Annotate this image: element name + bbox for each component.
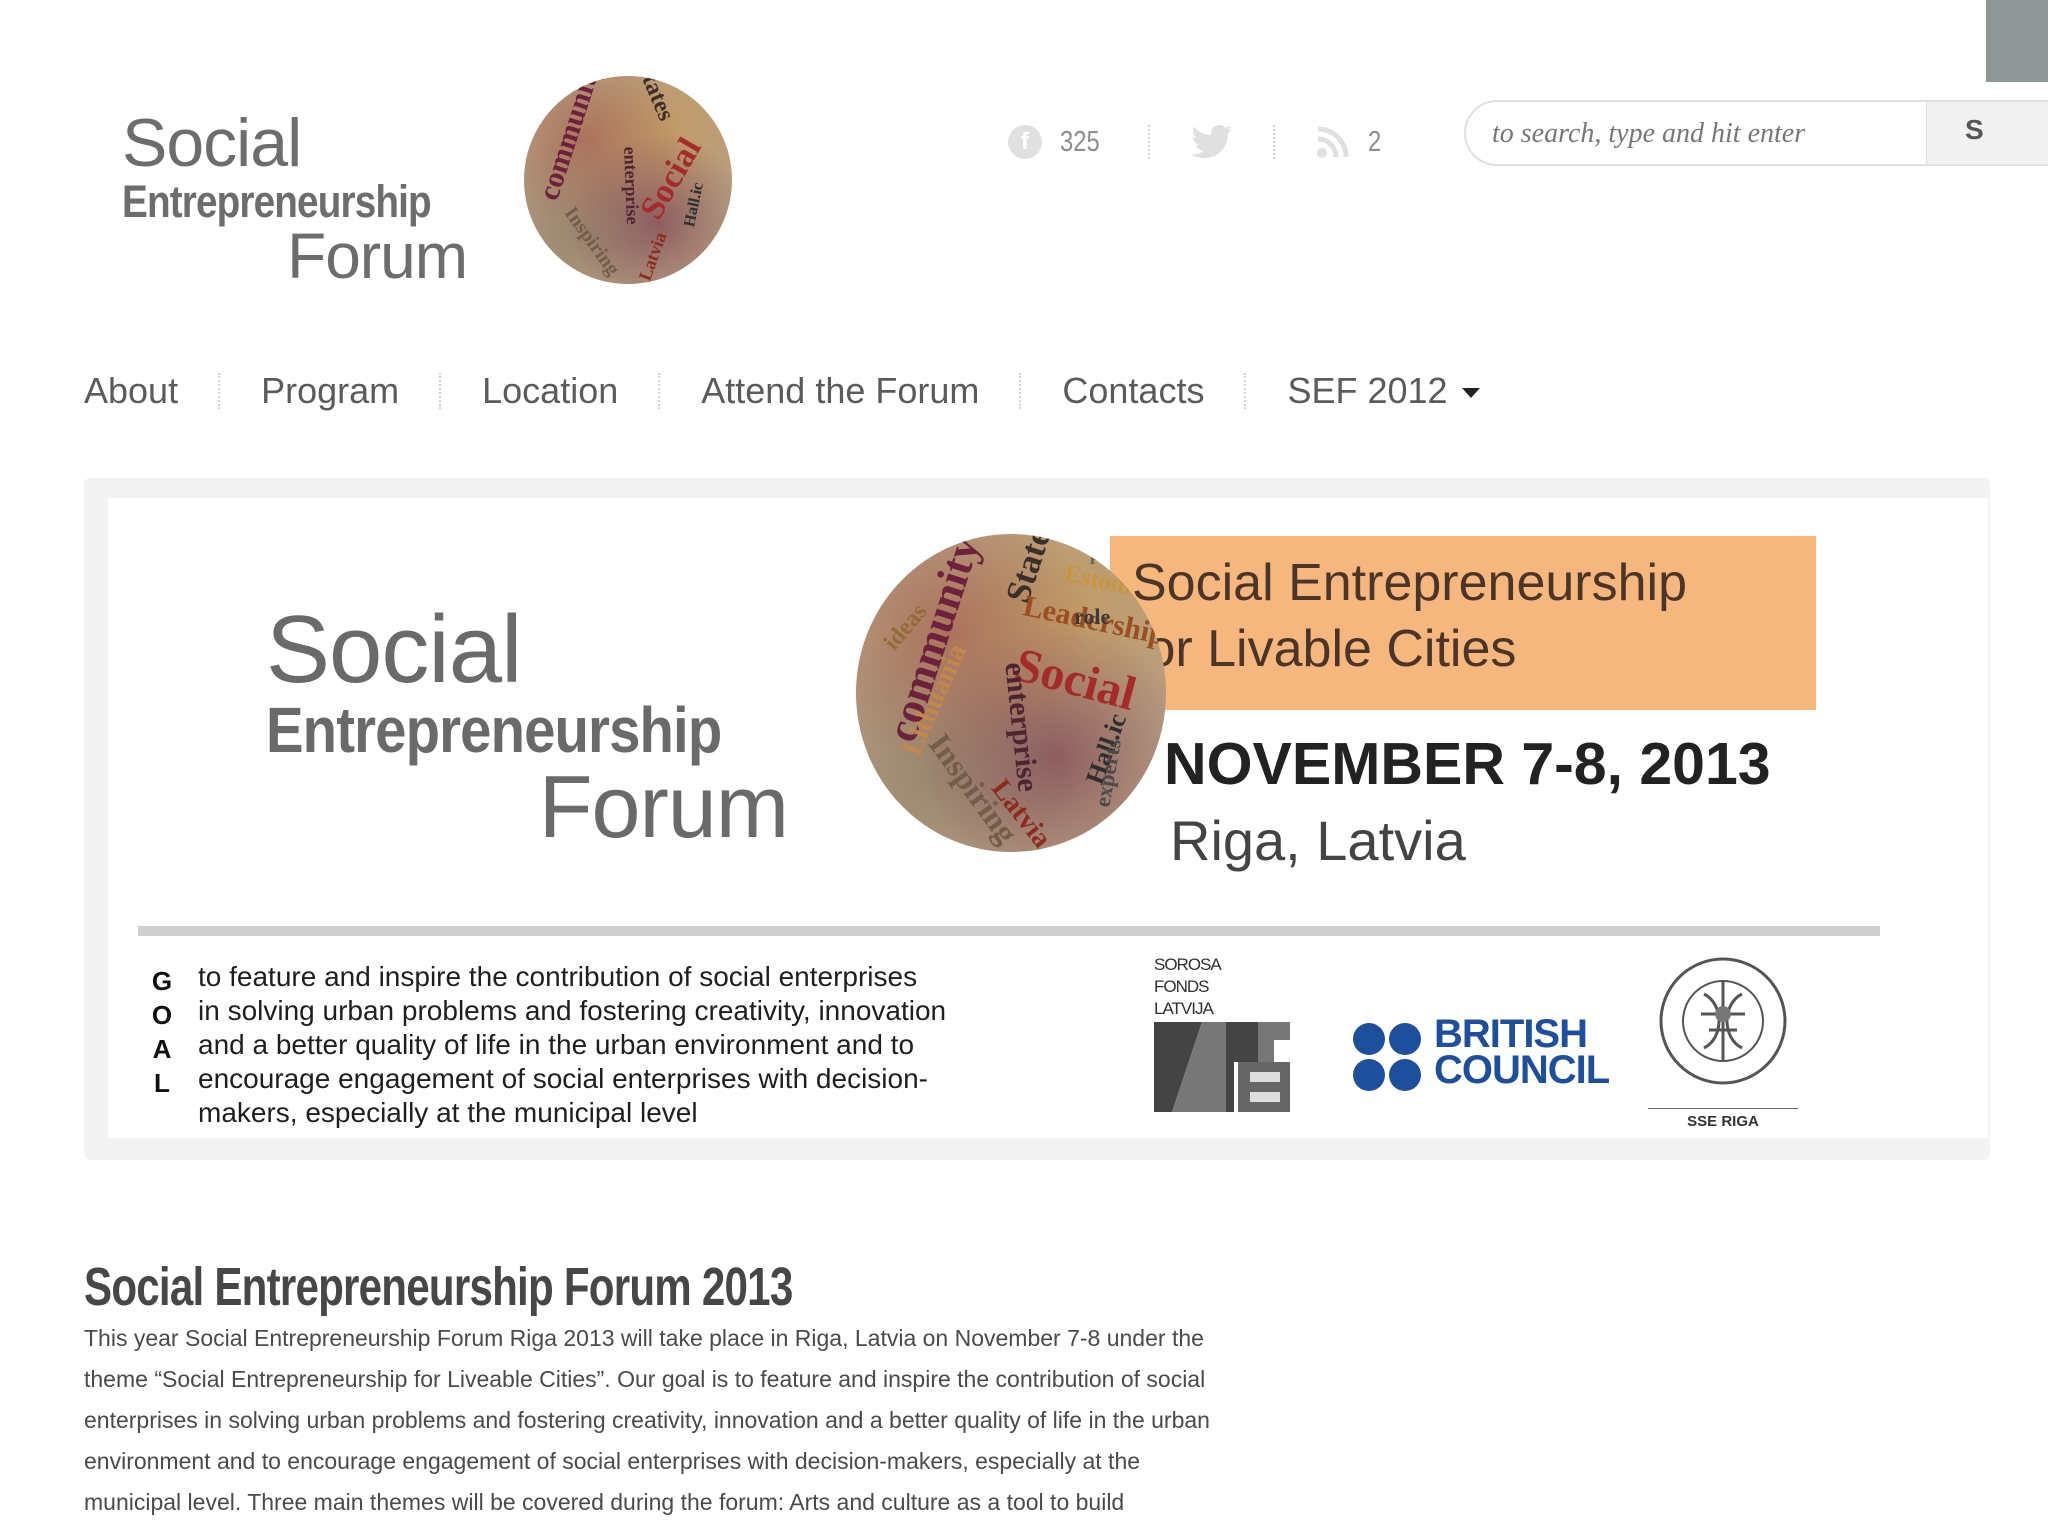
banner-word-cloud-background: community States Social Leadership Eston… [856,534,1166,852]
nav-divider [439,373,442,409]
description-line: theme “Social Entrepreneurship for Livea… [84,1366,1206,1392]
social-divider [1273,125,1276,159]
goal-line: in solving urban problems and fostering … [198,995,947,1026]
soros-line-2: FONDS [1154,977,1210,996]
british-council-line-1: BRITISH [1434,1012,1588,1056]
banner-logo: Social Entrepreneurship Forum [266,596,796,856]
facebook-link[interactable]: f 325 [1008,122,1108,162]
banner-logo-forum: Forum [538,757,789,856]
corner-tab [1986,0,2048,82]
twitter-icon [1191,125,1233,159]
description-line: This year Social Entrepreneurship Forum … [84,1325,1204,1351]
page-title: Social Entrepreneurship Forum 2013 [84,1257,793,1318]
main-navigation: About Program Location Attend the Forum … [84,366,1480,416]
nav-sef-2012-label: SEF 2012 [1287,370,1448,411]
soros-line-1: SOROSA [1154,955,1222,974]
facebook-icon: f [1008,125,1042,159]
goal-letter: A [152,1034,172,1064]
nav-divider [1019,373,1022,409]
nav-contacts[interactable]: Contacts [1062,370,1204,412]
british-council-logo: BRITISH COUNCIL [1352,1012,1612,1098]
twitter-link[interactable] [1191,122,1233,162]
british-council-dots-icon [1353,1023,1421,1091]
goal-letter: O [151,1000,173,1030]
nav-sef-2012[interactable]: SEF 2012 [1287,370,1480,412]
goal-letter: G [151,966,173,996]
wordcloud-word-role: role [1074,604,1111,629]
stockholm-school-seal-icon [1659,957,1787,1085]
goal-letter: L [154,1068,170,1098]
wordcloud-word-latvia: Latvia [634,229,671,284]
search-box[interactable]: S [1464,100,2048,166]
site-logo[interactable]: Social Entrepreneurship Forum [122,105,472,292]
wordcloud-word-public: public [1090,544,1139,564]
event-date: NOVEMBER 7-8, 2013 [1164,731,1771,797]
logo-social: Social [122,105,302,181]
social-divider [1148,125,1151,159]
goal-line: makers, especially at the municipal leve… [198,1097,698,1128]
browser-page: Social Entrepreneurship Forum community … [0,0,2048,1536]
soros-fonds-latvija-logo: SOROSA FONDS LATVIJA [1154,954,1290,1112]
social-links: f 325 2 [1008,122,1385,162]
banner-word-cloud: community States Social Leadership Eston… [856,534,1166,852]
event-location: Riga, Latvia [1170,809,1466,872]
rss-icon [1317,126,1349,158]
wordcloud-word-community: community [532,76,609,205]
word-cloud-logo: community States Social enterprise Inspi… [524,76,732,284]
sse-riga-logo: SSE RIGA [1648,952,1798,1132]
search-input[interactable] [1490,114,1914,154]
nav-divider [1244,373,1247,409]
soros-line-3: LATVIJA [1154,999,1214,1018]
goal-vertical-label: G O A L [146,964,178,1100]
wordcloud-word-inspiring: Inspiring [559,202,624,280]
description-line: environment and to encourage engagement … [84,1448,1141,1474]
description-line: municipal level. Three main themes will … [84,1489,1125,1515]
banner-logo-entrepreneurship: Entrepreneurship [266,694,722,766]
sse-riga-label: SSE RIGA [1648,1108,1798,1130]
rss-count: 2 [1368,125,1382,158]
forum-description: This year Social Entrepreneurship Forum … [84,1318,1394,1523]
description-line: enterprises in solving urban problems an… [84,1407,1210,1433]
nav-about[interactable]: About [84,370,178,412]
nav-divider [658,373,661,409]
search-button[interactable]: S [1926,102,2048,164]
nav-location[interactable]: Location [482,370,618,412]
logo-entrepreneurship: Entrepreneurship [122,176,432,227]
nav-program[interactable]: Program [261,370,399,412]
goal-statement: to feature and inspire the contribution … [198,960,1058,1130]
goal-line: to feature and inspire the contribution … [198,961,918,992]
banner-logo-social: Social [266,596,522,703]
goal-line: and a better quality of life in the urba… [198,1029,915,1060]
british-council-line-2: COUNCIL [1434,1048,1610,1092]
banner-divider [138,926,1880,936]
wordcloud-word-states: States [631,76,680,125]
logo-forum: Forum [287,220,468,292]
theme-callout: Social Entrepreneurship for Livable Citi… [1110,536,1816,710]
nav-divider [218,373,221,409]
word-cloud-background: community States Social enterprise Inspi… [524,76,732,284]
rss-link[interactable]: 2 [1316,122,1384,162]
wordcloud-word-estonia: Estonia [1062,559,1147,604]
facebook-count: 325 [1060,125,1100,158]
british-council-name: BRITISH COUNCIL [1434,1012,1610,1092]
wordcloud-word-enterprise: enterprise [620,146,643,225]
soros-mark-icon [1154,1022,1290,1112]
goal-line: encourage engagement of social enterpris… [198,1063,928,1094]
chevron-down-icon [1461,388,1480,399]
theme-line-1: Social Entrepreneurship [1132,554,1687,612]
nav-attend-the-forum[interactable]: Attend the Forum [701,370,979,412]
theme-line-2: for Livable Cities [1132,620,1517,678]
